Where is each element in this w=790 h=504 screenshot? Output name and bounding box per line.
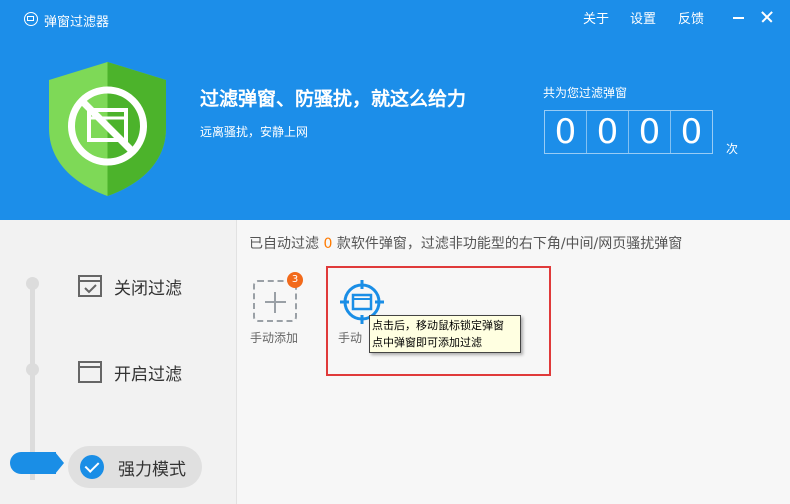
check-circle-icon bbox=[80, 455, 104, 479]
mode-power[interactable]: 强力模式 bbox=[68, 446, 202, 488]
mode-enable-filter[interactable]: 开启过滤 bbox=[78, 354, 182, 390]
mode-rail bbox=[30, 280, 35, 480]
window-icon bbox=[78, 361, 102, 383]
about-link[interactable]: 关于 bbox=[583, 8, 609, 27]
minimize-icon[interactable] bbox=[728, 6, 750, 28]
close-icon[interactable] bbox=[756, 6, 778, 28]
tooltip: 点击后，移动鼠标锁定弹窗 点中弹窗即可添加过滤 bbox=[369, 315, 521, 353]
feedback-link[interactable]: 反馈 bbox=[678, 8, 704, 27]
filter-info-text: 已自动过滤 0 款软件弹窗，过滤非功能型的右下角/中间/网页骚扰弹窗 bbox=[249, 233, 682, 253]
manual-lock-label: 手动 bbox=[338, 331, 363, 345]
shield-logo-icon bbox=[49, 62, 166, 196]
counter-label: 共为您过滤弹窗 bbox=[543, 86, 628, 100]
counter-digit: 0 bbox=[680, 112, 703, 152]
settings-link[interactable]: 设置 bbox=[630, 8, 656, 27]
tooltip-line: 点击后，移动鼠标锁定弹窗 bbox=[372, 319, 504, 332]
counter-digit: 0 bbox=[587, 111, 629, 153]
tooltip-line: 点中弹窗即可添加过滤 bbox=[372, 336, 482, 349]
filter-counter: 0 0 0 0 bbox=[544, 110, 713, 154]
app-window: 弹窗过滤器 关于 设置 反馈 过滤弹窗、防骚扰，就这么给力 远离骚扰，安静上网 … bbox=[0, 0, 790, 504]
mode-disable-filter[interactable]: 关闭过滤 bbox=[78, 268, 182, 304]
title-bar[interactable]: 弹窗过滤器 关于 设置 反馈 bbox=[0, 0, 790, 36]
active-mode-indicator bbox=[10, 452, 64, 474]
mode-label: 强力模式 bbox=[118, 459, 186, 480]
checkbox-window-icon bbox=[78, 275, 102, 297]
mode-label: 开启过滤 bbox=[114, 364, 182, 385]
app-title: 弹窗过滤器 bbox=[44, 15, 110, 30]
add-count-badge: 3 bbox=[287, 272, 303, 288]
info-suffix: 款软件弹窗，过滤非功能型的右下角/中间/网页骚扰弹窗 bbox=[332, 236, 683, 252]
counter-digit: 0 bbox=[629, 111, 671, 153]
info-prefix: 已自动过滤 bbox=[249, 236, 324, 252]
mode-sidebar: 关闭过滤 开启过滤 强力模式 bbox=[0, 220, 237, 504]
slogan-subtitle: 远离骚扰，安静上网 bbox=[200, 125, 309, 139]
rail-dot bbox=[26, 363, 39, 376]
rail-dot bbox=[26, 277, 39, 290]
counter-digit: 0 bbox=[545, 111, 587, 153]
slogan-title: 过滤弹窗、防骚扰，就这么给力 bbox=[200, 88, 467, 110]
counter-unit: 次 bbox=[726, 142, 739, 156]
manual-add-label: 手动添加 bbox=[250, 331, 299, 345]
mode-label: 关闭过滤 bbox=[114, 278, 182, 299]
header-banner: 弹窗过滤器 关于 设置 反馈 过滤弹窗、防骚扰，就这么给力 远离骚扰，安静上网 … bbox=[0, 0, 790, 220]
app-logo-icon bbox=[24, 12, 38, 26]
main-panel: 已自动过滤 0 款软件弹窗，过滤非功能型的右下角/中间/网页骚扰弹窗 3 手动添… bbox=[237, 220, 790, 504]
